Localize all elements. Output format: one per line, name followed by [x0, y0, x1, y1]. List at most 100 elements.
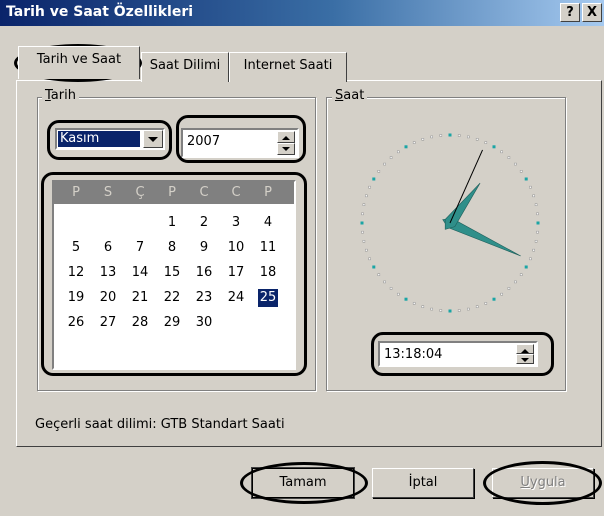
minute-tick — [514, 162, 517, 166]
calendar-day[interactable]: 26 — [66, 314, 86, 332]
month-dropdown[interactable]: Kasım — [55, 128, 165, 150]
clock-face-icon — [360, 133, 540, 313]
calendar-day[interactable]: 16 — [194, 264, 214, 282]
calendar-day[interactable]: 23 — [194, 289, 214, 307]
calendar-day[interactable]: 19 — [66, 289, 86, 307]
calendar-day[interactable]: 18 — [258, 264, 278, 282]
arrow-up-icon — [521, 349, 529, 353]
minute-tick — [507, 287, 511, 290]
apply-button-label-rest: ygula — [529, 475, 566, 490]
year-down-button[interactable] — [277, 143, 295, 155]
calendar-day[interactable]: 29 — [162, 314, 182, 332]
minute-tick — [365, 194, 368, 198]
minute-tick — [484, 141, 488, 144]
year-spinner[interactable]: 2007 — [181, 128, 299, 158]
calendar-day-selected[interactable]: 25 — [258, 289, 278, 307]
minute-tick — [412, 302, 416, 305]
minute-tick — [396, 150, 400, 154]
hour-tick — [404, 145, 408, 149]
close-button[interactable]: X — [582, 3, 602, 22]
hour-tick — [372, 265, 376, 269]
calendar-day[interactable]: 7 — [130, 239, 150, 257]
month-dropdown-button[interactable] — [143, 130, 163, 148]
time-up-button[interactable] — [516, 344, 534, 354]
month-value: Kasım — [58, 131, 140, 147]
minute-tick — [532, 194, 535, 198]
minute-tick — [383, 280, 386, 284]
minute-tick — [389, 287, 393, 290]
calendar-day[interactable]: 3 — [226, 214, 246, 232]
minute-tick — [377, 169, 381, 173]
apply-button[interactable]: Uygula — [492, 468, 594, 498]
tab-date-time[interactable]: Tarih ve Saat — [18, 46, 140, 79]
time-group-label-rest: aat — [343, 88, 365, 103]
ok-button[interactable]: Tamam — [251, 467, 355, 499]
minute-tick — [475, 305, 479, 308]
minute-tick — [430, 135, 433, 139]
minute-tick — [362, 240, 366, 243]
calendar-day[interactable]: 4 — [258, 214, 278, 232]
month-calendar[interactable]: PSÇPCCP 1 2 3 4 5 6 7 8 9 10 11 12 13 14 15 16 17 18 19 20 2… — [52, 180, 296, 370]
hour-tick — [448, 133, 452, 137]
calendar-day[interactable]: 20 — [98, 289, 118, 307]
minute-tick — [439, 309, 443, 312]
minute-tick — [439, 134, 443, 137]
calendar-day[interactable]: 12 — [66, 264, 86, 282]
minute-tick — [534, 203, 538, 206]
calendar-weekday-header: PSÇPCCP — [54, 182, 294, 204]
minute-tick — [430, 307, 433, 311]
help-button[interactable]: ? — [560, 3, 580, 22]
weekday-header: P — [168, 185, 176, 200]
calendar-day[interactable]: 22 — [162, 289, 182, 307]
calendar-day[interactable]: 15 — [162, 264, 182, 282]
weekday-header: P — [72, 185, 80, 200]
tab-time-zone[interactable]: Saat Dilimi — [141, 52, 229, 82]
time-down-button[interactable] — [516, 354, 534, 364]
cancel-button[interactable]: İptal — [372, 468, 474, 498]
minute-tick — [529, 257, 532, 261]
minute-tick — [519, 273, 523, 276]
hour-tick — [404, 297, 408, 301]
calendar-day[interactable]: 5 — [66, 239, 86, 257]
calendar-day[interactable]: 11 — [258, 239, 278, 257]
minute-tick — [365, 248, 368, 252]
arrow-down-icon — [282, 147, 290, 151]
minute-tick — [368, 185, 371, 189]
time-value: 13:18:04 — [384, 347, 443, 362]
calendar-day[interactable]: 14 — [130, 264, 150, 282]
title-bar[interactable]: Tarih ve Saat Özellikleri ? X — [0, 0, 604, 26]
calendar-day[interactable]: 30 — [194, 314, 214, 332]
calendar-day[interactable]: 27 — [98, 314, 118, 332]
minute-tick — [421, 305, 425, 308]
calendar-day[interactable]: 24 — [226, 289, 246, 307]
minute-tick — [507, 156, 511, 159]
calendar-day[interactable]: 2 — [194, 214, 214, 232]
weekday-header: P — [264, 185, 272, 200]
minute-tick — [368, 257, 371, 261]
minute-tick — [361, 230, 364, 234]
calendar-day[interactable]: 9 — [194, 239, 214, 257]
arrow-down-icon — [521, 358, 529, 362]
apply-button-mnemonic: U — [520, 475, 530, 490]
date-group-label: Tarih — [42, 88, 79, 103]
calendar-day[interactable]: 8 — [162, 239, 182, 257]
date-group-label-rest: arih — [50, 88, 76, 103]
time-spinner[interactable]: 13:18:04 — [378, 341, 538, 367]
year-spin-buttons — [277, 131, 295, 155]
calendar-day[interactable]: 1 — [162, 214, 182, 232]
year-up-button[interactable] — [277, 131, 295, 143]
calendar-day[interactable]: 28 — [130, 314, 150, 332]
window-title: Tarih ve Saat Özellikleri — [6, 4, 194, 20]
calendar-day[interactable]: 6 — [98, 239, 118, 257]
tab-internet-time[interactable]: Internet Saati — [229, 52, 347, 82]
minute-tick — [475, 138, 479, 141]
calendar-day[interactable]: 21 — [130, 289, 150, 307]
weekday-header: C — [231, 185, 241, 200]
calendar-day[interactable]: 10 — [226, 239, 246, 257]
hour-tick — [360, 221, 364, 225]
calendar-day[interactable]: 17 — [226, 264, 246, 282]
calendar-day[interactable]: 13 — [98, 264, 118, 282]
minute-tick — [421, 138, 425, 141]
chevron-down-icon — [148, 137, 158, 142]
analog-clock — [350, 128, 550, 318]
